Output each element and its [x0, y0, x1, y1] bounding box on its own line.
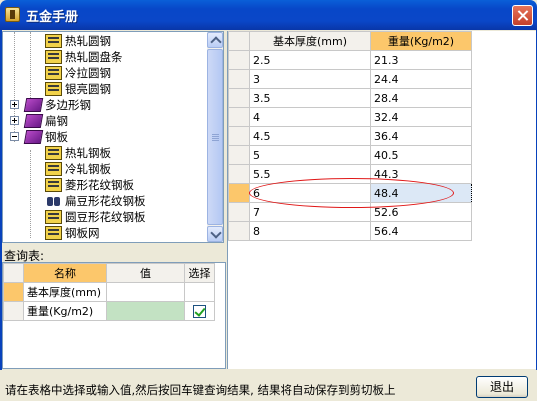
- query-name-cell: 基本厚度(mm): [23, 282, 107, 302]
- book-icon: [45, 34, 62, 48]
- column-header-name[interactable]: 名称: [23, 263, 107, 283]
- book-icon: [45, 146, 62, 160]
- weight-cell[interactable]: 21.3: [370, 50, 472, 70]
- query-value-cell[interactable]: [106, 282, 185, 302]
- thickness-cell[interactable]: 4: [249, 107, 371, 127]
- result-row[interactable]: 8 56.4: [228, 221, 472, 241]
- row-header[interactable]: [3, 282, 24, 302]
- status-bar: 请在表格中选择或输入值,然后按回车键查询结果, 结果将自动保存到剪切板上 退出: [0, 370, 537, 401]
- status-text: 请在表格中选择或输入值,然后按回车键查询结果, 结果将自动保存到剪切板上: [5, 383, 396, 397]
- tree-item-label: 钢板: [45, 130, 68, 144]
- row-header[interactable]: [228, 50, 250, 70]
- thickness-cell[interactable]: 8: [249, 221, 371, 241]
- query-row[interactable]: 基本厚度(mm): [3, 282, 215, 302]
- weight-cell[interactable]: 56.4: [370, 221, 472, 241]
- query-row[interactable]: 重量(Kg/m2): [3, 301, 215, 321]
- tree-item-label: 热轧圆盘条: [65, 50, 123, 64]
- book-icon: [45, 50, 62, 64]
- query-grid[interactable]: 名称 值 选择 基本厚度(mm) 重量(Kg/m2): [3, 263, 215, 321]
- tree-item-label: 热轧钢板: [65, 146, 111, 160]
- tree-line: [30, 150, 31, 238]
- weight-cell[interactable]: 28.4: [370, 88, 472, 108]
- row-header[interactable]: [3, 301, 24, 321]
- query-value-cell[interactable]: [106, 301, 185, 321]
- result-row[interactable]: 2.5 21.3: [228, 50, 472, 70]
- column-header-weight[interactable]: 重量(Kg/m2): [370, 31, 472, 51]
- result-row[interactable]: 5 40.5: [228, 145, 472, 165]
- binoculars-icon: [45, 194, 62, 208]
- tree-item-label: 扁豆形花纹钢板: [65, 194, 146, 208]
- weight-cell[interactable]: 36.4: [370, 126, 472, 146]
- close-button[interactable]: [512, 5, 533, 26]
- thickness-cell[interactable]: 2.5: [249, 50, 371, 70]
- weight-cell[interactable]: 40.5: [370, 145, 472, 165]
- row-header-corner: [3, 263, 24, 283]
- row-header[interactable]: [228, 88, 250, 108]
- tree-item-label: 钢板网: [65, 226, 100, 240]
- row-header[interactable]: [228, 221, 250, 241]
- result-row[interactable]: 3.5 28.4: [228, 88, 472, 108]
- folder-icon: [23, 130, 44, 144]
- tree-item-label: 银亮圆钢: [65, 82, 111, 96]
- column-header-select[interactable]: 选择: [184, 263, 215, 283]
- row-header[interactable]: [228, 145, 250, 165]
- category-tree[interactable]: 热轧圆钢 热轧圆盘条 冷拉圆钢 银亮圆钢 多边形钢 扁钢 钢板 热轧钢板 冷轧钢…: [2, 31, 224, 243]
- row-header-corner: [228, 31, 250, 51]
- folder-icon: [23, 114, 44, 128]
- query-select-cell[interactable]: [184, 301, 215, 321]
- query-select-cell[interactable]: [184, 282, 215, 302]
- weight-cell[interactable]: 24.4: [370, 69, 472, 89]
- tree-item-label: 菱形花纹钢板: [65, 178, 134, 192]
- column-header-value[interactable]: 值: [106, 263, 185, 283]
- tree-item-label: 圆豆形花纹钢板: [65, 210, 146, 224]
- row-header[interactable]: [228, 202, 250, 222]
- title-bar: 五金手册: [0, 0, 537, 30]
- tree-item-label: 冷轧钢板: [65, 162, 111, 176]
- expand-icon[interactable]: [10, 116, 19, 125]
- book-icon: [45, 226, 62, 240]
- result-row[interactable]: 3 24.4: [228, 69, 472, 89]
- tree-scrollbar[interactable]: [207, 32, 223, 242]
- scroll-down-icon[interactable]: [207, 226, 223, 242]
- query-table[interactable]: 名称 值 选择 基本厚度(mm) 重量(Kg/m2): [2, 262, 226, 369]
- tree-item-label: 热轧圆钢: [65, 34, 111, 48]
- book-icon: [45, 162, 62, 176]
- tree-item-label: 冷拉圆钢: [65, 66, 111, 80]
- thickness-cell[interactable]: 5: [249, 145, 371, 165]
- result-row[interactable]: 4 32.4: [228, 107, 472, 127]
- query-header-row: 名称 值 选择: [3, 263, 215, 283]
- checkbox-checked-icon[interactable]: [193, 304, 206, 318]
- row-header[interactable]: [228, 107, 250, 127]
- tree-item-label: 多边形钢: [45, 98, 91, 112]
- highlight-ellipse: [249, 178, 454, 208]
- book-icon: [45, 178, 62, 192]
- expand-icon[interactable]: [10, 100, 19, 109]
- thickness-cell[interactable]: 4.5: [249, 126, 371, 146]
- thickness-cell[interactable]: 3.5: [249, 88, 371, 108]
- grip-icon: [212, 134, 219, 135]
- book-icon: [45, 82, 62, 96]
- result-row[interactable]: 4.5 36.4: [228, 126, 472, 146]
- scroll-thumb[interactable]: [207, 49, 223, 225]
- row-header[interactable]: [228, 126, 250, 146]
- result-grid[interactable]: 基本厚度(mm) 重量(Kg/m2) 2.5 21.3 3 24.4 3.5 2…: [228, 31, 472, 241]
- result-header-row: 基本厚度(mm) 重量(Kg/m2): [228, 31, 472, 51]
- column-header-thickness[interactable]: 基本厚度(mm): [249, 31, 371, 51]
- window-title: 五金手册: [26, 10, 79, 25]
- weight-cell[interactable]: 32.4: [370, 107, 472, 127]
- row-header[interactable]: [228, 69, 250, 89]
- book-icon: [45, 210, 62, 224]
- query-name-cell: 重量(Kg/m2): [23, 301, 107, 321]
- book-icon: [45, 66, 62, 80]
- row-header[interactable]: [228, 183, 250, 203]
- row-header[interactable]: [228, 164, 250, 184]
- exit-button[interactable]: 退出: [476, 376, 528, 398]
- tree-line: [14, 32, 15, 142]
- scroll-up-icon[interactable]: [207, 32, 223, 48]
- tree-item-label: 扁钢: [45, 114, 68, 128]
- folder-icon: [23, 98, 44, 112]
- thickness-cell[interactable]: 3: [249, 69, 371, 89]
- collapse-icon[interactable]: [10, 132, 19, 141]
- app-icon: [5, 7, 20, 22]
